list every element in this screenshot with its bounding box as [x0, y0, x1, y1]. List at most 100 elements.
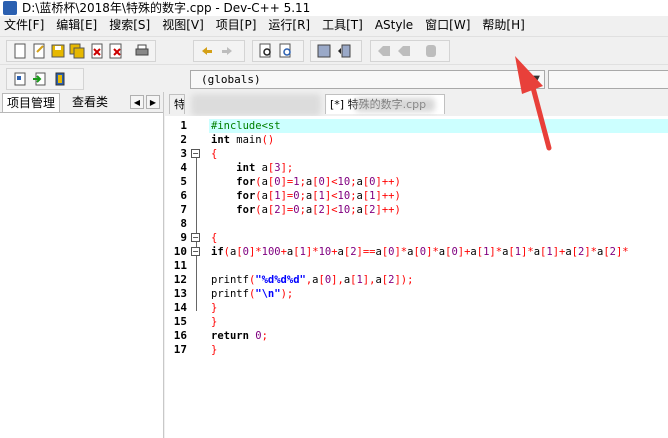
tab-scroll-left-icon[interactable]: ◀ — [130, 95, 144, 109]
line-number: 8 — [180, 217, 187, 230]
code-line[interactable]: 15} — [165, 315, 668, 329]
line-number: 13 — [173, 287, 187, 300]
menu-run[interactable]: 运行[R] — [268, 16, 310, 34]
add-to-project-icon — [33, 72, 46, 86]
code-line[interactable]: 6 for(a[1]=0;a[1]<10;a[1]++) — [165, 189, 668, 203]
line-number: 1 — [180, 119, 187, 132]
code-line[interactable]: 10− if(a[0]*100+a[1]*10+a[2]==a[0]*a[0]*a… — [165, 245, 668, 259]
redo-icon — [222, 47, 232, 55]
secondary-toolbar: (globals) ▼ — [0, 64, 668, 92]
close-file-button[interactable] — [88, 42, 105, 60]
menu-search[interactable]: 搜索[S] — [109, 16, 150, 34]
print-button[interactable] — [134, 42, 151, 60]
printer-icon — [135, 44, 149, 56]
line-number: 16 — [173, 329, 187, 342]
code-line[interactable]: 1 #include<st — [165, 119, 668, 133]
save-icon — [51, 44, 65, 58]
code-text: return 0; — [211, 330, 268, 342]
menu-project[interactable]: 项目[P] — [216, 16, 257, 34]
code-line[interactable]: 8 — [165, 217, 668, 231]
new-project-icon — [14, 72, 26, 86]
unindent-button[interactable] — [335, 42, 353, 60]
menu-astyle[interactable]: AStyle — [375, 16, 413, 34]
code-line[interactable]: 11 — [165, 259, 668, 273]
code-line[interactable]: 17} — [165, 343, 668, 357]
tab-scroll-right-icon[interactable]: ▶ — [146, 95, 160, 109]
bookmark-group — [370, 40, 450, 62]
project-panel: 项目管理 查看类 ◀ ▶ — [0, 92, 164, 438]
replace-button[interactable] — [277, 42, 295, 60]
code-text: } — [211, 344, 218, 356]
bookmark-next-button[interactable] — [395, 42, 413, 60]
title-bar: D:\蓝桥杯\2018年\特殊的数字.cpp - Dev-C++ 5.11 — [0, 0, 668, 16]
search-icon — [259, 43, 271, 58]
bookmark-prev-button[interactable] — [375, 42, 393, 60]
tab-class-browser[interactable]: 查看类 — [68, 93, 112, 112]
scope-select[interactable]: (globals) ▼ — [190, 70, 545, 89]
code-text: } — [211, 316, 218, 328]
line-number: 5 — [180, 175, 187, 188]
new-project-button[interactable] — [11, 70, 29, 88]
save-all-icon — [69, 43, 85, 59]
undo-icon — [202, 47, 212, 55]
menu-help[interactable]: 帮助[H] — [482, 16, 524, 34]
code-line[interactable]: 9− { — [165, 231, 668, 245]
code-line[interactable]: 14} — [165, 301, 668, 315]
tab-project-manager[interactable]: 项目管理 — [2, 93, 61, 112]
undo-button[interactable] — [198, 42, 216, 60]
redo-button[interactable] — [218, 42, 236, 60]
code-text: for(a[0]=1;a[0]<10;a[0]++) — [236, 176, 401, 188]
code-line[interactable]: 16 return 0; — [165, 329, 668, 343]
code-line[interactable]: 5 for(a[0]=1;a[0]<10;a[0]++) — [165, 175, 668, 189]
new-file-icon — [14, 43, 26, 59]
left-panel-tabs: 项目管理 查看类 ◀ ▶ — [0, 92, 163, 113]
code-text: for(a[2]=0;a[2]<10;a[2]++) — [236, 204, 401, 216]
code-line[interactable]: 3− { — [165, 147, 668, 161]
editor-tab-other[interactable]: 特 — [169, 94, 185, 114]
remove-from-project-icon — [55, 72, 65, 86]
code-text: int a[3]; — [236, 162, 294, 174]
open-file-button[interactable] — [30, 42, 47, 60]
menu-tools[interactable]: 工具[T] — [322, 16, 363, 34]
save-all-button[interactable] — [69, 42, 86, 60]
menu-window[interactable]: 窗口[W] — [425, 16, 470, 34]
unindent-icon — [338, 44, 351, 58]
line-number: 6 — [180, 189, 187, 202]
goto-button[interactable] — [422, 42, 440, 60]
scope-select-value: (globals) — [201, 73, 261, 86]
new-file-button[interactable] — [11, 42, 28, 60]
window-title: D:\蓝桥杯\2018年\特殊的数字.cpp - Dev-C++ 5.11 — [22, 1, 311, 15]
line-number: 2 — [180, 133, 187, 146]
fold-toggle-icon[interactable]: − — [191, 149, 200, 158]
code-text: { — [211, 232, 218, 244]
code-line[interactable]: 13 printf("\n"); — [165, 287, 668, 301]
line-number: 4 — [180, 161, 187, 174]
close-all-button[interactable] — [107, 42, 124, 60]
code-text: #include<st — [211, 120, 281, 132]
indent-button[interactable] — [315, 42, 333, 60]
menu-file[interactable]: 文件[F] — [4, 16, 44, 34]
watermark-text: Baidu 经验 — [510, 372, 599, 391]
line-number: 9 — [180, 231, 187, 244]
find-group — [252, 40, 304, 62]
menu-edit[interactable]: 编辑[E] — [56, 16, 97, 34]
function-select[interactable] — [548, 70, 668, 89]
code-line[interactable]: 7 for(a[2]=0;a[2]<10;a[2]++) — [165, 203, 668, 217]
code-line[interactable]: 2 int main() — [165, 133, 668, 147]
save-button[interactable] — [50, 42, 67, 60]
code-text: for(a[1]=0;a[1]<10;a[1]++) — [236, 190, 401, 202]
blurred-region — [191, 94, 321, 116]
add-to-project-button[interactable] — [31, 70, 49, 88]
fold-toggle-icon[interactable]: − — [191, 247, 200, 256]
close-file-icon — [91, 43, 103, 59]
chevron-down-icon[interactable]: ▼ — [532, 74, 540, 85]
find-button[interactable] — [257, 42, 275, 60]
indent-icon — [317, 44, 331, 58]
line-number: 14 — [173, 301, 187, 314]
fold-toggle-icon[interactable]: − — [191, 233, 200, 242]
open-file-icon — [33, 43, 45, 59]
code-line[interactable]: 4 int a[3]; — [165, 161, 668, 175]
code-line[interactable]: 12 printf("%d%d%d",a[0],a[1],a[2]); — [165, 273, 668, 287]
menu-view[interactable]: 视图[V] — [162, 16, 204, 34]
remove-from-project-button[interactable] — [51, 70, 69, 88]
